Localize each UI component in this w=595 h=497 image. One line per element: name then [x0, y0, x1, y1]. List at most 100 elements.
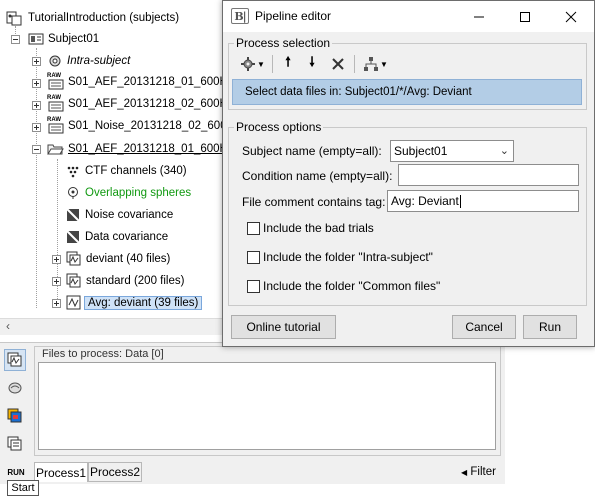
raw-file-icon: RAW [47, 95, 65, 112]
filter-label: Filter [470, 466, 496, 478]
arrow-up-icon: 🠕 [285, 54, 291, 69]
minimize-icon [474, 16, 484, 17]
matrix-type-button[interactable] [4, 433, 26, 455]
expand-toggle[interactable] [32, 57, 41, 66]
expand-toggle[interactable] [32, 123, 41, 132]
triangle-left-icon: ◀ [461, 468, 468, 477]
tree-item-subject[interactable]: Subject01 [28, 29, 99, 49]
expand-toggle[interactable] [52, 255, 61, 264]
subject-name-label: Subject name (empty=all): [242, 144, 382, 158]
timefreq-icon [7, 408, 22, 423]
files-to-process-title: Files to process: Data [0] [42, 348, 164, 360]
process-type-toolbar: RUN [0, 343, 30, 483]
gear-icon [241, 57, 256, 71]
close-icon [565, 11, 577, 22]
tab-label: Process1 [35, 465, 87, 480]
dialog-titlebar[interactable]: B| Pipeline editor [223, 1, 594, 32]
tree-root-label: TutorialIntroduction (subjects) [28, 12, 180, 24]
brain-icon [8, 382, 22, 394]
subject-name-combobox[interactable]: Subject01 ⌄ [390, 140, 514, 162]
tree-root[interactable]: TutorialIntroduction (subjects) [6, 8, 179, 28]
delete-process-button[interactable] [327, 53, 349, 75]
include-bad-trials-checkbox[interactable] [247, 222, 260, 235]
include-common-files-checkbox[interactable] [247, 280, 260, 293]
tree-item-raw-file[interactable]: RAW S01_AEF_20131218_01_600Hz [47, 72, 228, 92]
tree-item-data-cov[interactable]: Data covariance [66, 227, 168, 247]
timefreq-type-button[interactable] [4, 405, 26, 427]
expand-toggle[interactable] [32, 101, 41, 110]
online-tutorial-label: Online tutorial [246, 320, 321, 334]
tab-process2[interactable]: Process2 [88, 462, 142, 482]
include-intra-subject-checkbox[interactable] [247, 251, 260, 264]
collapse-toggle[interactable] [11, 35, 20, 44]
dropdown-arrow-icon: ▼ [257, 59, 265, 69]
process-item-label: Select data files in: Subject01/*/Avg: D… [245, 86, 472, 98]
tab-label: Process2 [89, 465, 141, 479]
process-options-title: Process options [234, 120, 324, 134]
pipeline-tree-icon [364, 57, 379, 71]
tree-item-label: deviant (40 files) [86, 253, 171, 265]
tree-item-noise-cov[interactable]: Noise covariance [66, 205, 173, 225]
maximize-button[interactable] [502, 1, 548, 32]
tree-item-channels[interactable]: CTF channels (340) [66, 161, 187, 181]
gear-folder-icon [49, 55, 61, 67]
tree-item-label: Overlapping spheres [85, 187, 192, 199]
cancel-label: Cancel [465, 320, 503, 334]
include-intra-subject-label: Include the folder "Intra-subject" [263, 250, 433, 264]
include-common-files-label: Include the folder "Common files" [263, 279, 441, 293]
tree-item-label: Intra-subject [67, 55, 131, 67]
chevron-down-icon: ⌄ [499, 145, 509, 157]
chevron-left-icon[interactable]: ‹ [6, 319, 10, 333]
average-icon [66, 295, 81, 310]
filter-button[interactable]: ◀ Filter [461, 466, 496, 478]
move-up-button[interactable]: 🠕 [278, 53, 298, 75]
tree-item-label: Data covariance [85, 231, 169, 243]
tab-process1[interactable]: Process1 [34, 462, 88, 482]
tree-item-trial-group[interactable]: standard (200 files) [66, 271, 184, 291]
expand-toggle[interactable] [32, 79, 41, 88]
start-tooltip: Start [7, 480, 39, 496]
close-button[interactable] [548, 1, 594, 32]
expand-toggle[interactable] [52, 299, 61, 308]
run-pipeline-button[interactable]: Run [523, 315, 577, 339]
subject-name-value: Subject01 [394, 144, 448, 158]
tree-item-label: S01_AEF_20131218_02_600Hz [68, 98, 228, 110]
tree-item-intra-subject[interactable]: Intra-subject [47, 51, 130, 71]
cancel-button[interactable]: Cancel [452, 315, 516, 339]
matrix-icon [7, 436, 22, 451]
collapse-toggle[interactable] [32, 145, 41, 154]
text-cursor [459, 194, 461, 208]
tree-item-label: CTF channels (340) [85, 165, 187, 177]
file-comment-field[interactable]: Avg: Deviant [387, 190, 579, 212]
data-type-button[interactable] [4, 349, 26, 371]
file-comment-label: File comment contains tag: [242, 195, 386, 209]
add-process-button[interactable]: ▼ [238, 53, 268, 75]
files-drop-area[interactable] [38, 362, 496, 450]
tree-item-headmodel[interactable]: Overlapping spheres [66, 183, 191, 203]
database-icon [6, 11, 22, 26]
tree-item-raw-file[interactable]: RAW S01_AEF_20131218_02_600Hz [47, 94, 228, 114]
dialog-title: Pipeline editor [255, 9, 332, 23]
maximize-icon [520, 11, 530, 22]
tree-item-label: Avg: deviant (39 files) [84, 296, 203, 310]
tree-horizontal-scrollbar[interactable]: ‹ [0, 318, 228, 335]
expand-toggle[interactable] [52, 277, 61, 286]
tree-item-average-selected[interactable]: Avg: deviant (39 files) [66, 293, 203, 313]
tree-item-label: S01_Noise_20131218_02_600H [68, 120, 228, 132]
database-tree[interactable]: TutorialIntroduction (subjects) Subject0… [0, 0, 228, 337]
condition-name-label: Condition name (empty=all): [242, 169, 393, 183]
process-list-item-selected[interactable]: Select data files in: Subject01/*/Avg: D… [232, 79, 582, 105]
sources-type-button[interactable] [4, 377, 26, 399]
run-label: RUN [7, 467, 25, 477]
condition-name-field[interactable] [398, 164, 579, 186]
tree-item-open-folder[interactable]: S01_AEF_20131218_01_600Hz [47, 139, 228, 159]
tree-item-trial-group[interactable]: deviant (40 files) [66, 249, 170, 269]
tree-item-raw-file[interactable]: RAW S01_Noise_20131218_02_600H [47, 116, 228, 136]
online-tutorial-button[interactable]: Online tutorial [231, 315, 336, 339]
move-down-button[interactable]: 🠗 [302, 53, 322, 75]
pipeline-menu-button[interactable]: ▼ [361, 53, 391, 75]
channels-icon [67, 166, 79, 178]
trials-icon [66, 251, 81, 266]
minimize-button[interactable] [456, 1, 502, 32]
run-pipeline-label: Run [538, 320, 561, 334]
